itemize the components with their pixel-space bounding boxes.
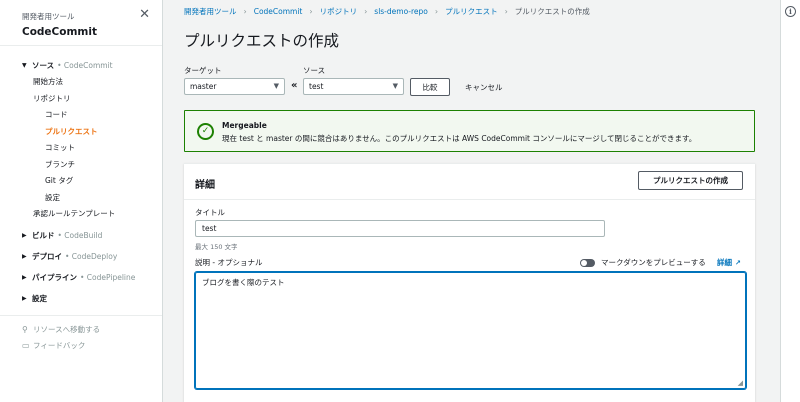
caret-right-icon: ▶ xyxy=(22,231,27,239)
sidebar-divider xyxy=(0,314,162,316)
details-title: 詳細 xyxy=(195,180,215,191)
source-select-value: test xyxy=(309,82,324,91)
sidebar-item-getting-started[interactable]: 開始方法 xyxy=(0,74,162,91)
external-link-icon: ↗ xyxy=(735,258,741,267)
sidebar-group-settings[interactable]: ▶ 設定 xyxy=(0,290,162,307)
swap-icon[interactable]: « xyxy=(291,80,297,91)
feedback-label: フィードバック xyxy=(33,341,86,350)
compare-button[interactable]: 比較 xyxy=(410,78,450,96)
caret-down-icon: ▼ xyxy=(392,82,398,90)
toggle-knob xyxy=(581,259,587,266)
source-label: ソース xyxy=(303,66,326,75)
target-select[interactable]: master ▼ xyxy=(184,78,285,95)
sidebar-item-settings[interactable]: 設定 xyxy=(0,190,162,207)
chevron-right-icon: › xyxy=(243,7,247,16)
page-title: プルリクエストの作成 xyxy=(184,32,340,50)
sidebar-group-service: • CodeCommit xyxy=(57,61,113,70)
description-value: ブログを書く際のテスト xyxy=(202,278,285,287)
help-rail: i xyxy=(780,0,800,402)
sidebar-group-service: • CodePipeline xyxy=(80,272,136,282)
sidebar-group-deploy[interactable]: ▶ デプロイ • CodeDeploy xyxy=(0,248,162,265)
description-textarea[interactable]: ブログを書く際のテスト ◢ xyxy=(195,272,746,389)
title-hint: 最大 150 文字 xyxy=(195,243,238,251)
breadcrumb-pull-requests[interactable]: プルリクエスト xyxy=(445,6,498,17)
feedback-link[interactable]: ▭ フィードバック xyxy=(0,338,162,354)
goto-resource-label: リソースへ移動する xyxy=(33,325,101,334)
sidebar-nav: ▼ ソース • CodeCommit 開始方法 リポジトリ コード プルリクエス… xyxy=(0,46,162,354)
sidebar-item-code[interactable]: コード xyxy=(0,107,162,124)
sidebar-group-service: • CodeBuild xyxy=(57,230,103,240)
sidebar-group-build[interactable]: ▶ ビルド • CodeBuild xyxy=(0,227,162,244)
sidebar-item-commits[interactable]: コミット xyxy=(0,140,162,157)
check-circle-icon: ✓ xyxy=(197,123,214,140)
info-icon[interactable]: i xyxy=(785,6,796,17)
sidebar-item-git-tags[interactable]: Git タグ xyxy=(0,173,162,190)
title-input-value: test xyxy=(202,224,217,233)
title-input[interactable]: test xyxy=(195,220,605,237)
sidebar-group-service: • CodeDeploy xyxy=(65,251,118,261)
sidebar-item-pull-requests[interactable]: プルリクエスト xyxy=(0,124,162,141)
alert-message: 現在 test と master の間に競合はありません。このプルリクエストは … xyxy=(222,134,697,143)
sidebar-group-label: ソース xyxy=(32,61,55,70)
breadcrumb-codecommit[interactable]: CodeCommit xyxy=(254,7,303,16)
feedback-icon: ▭ xyxy=(22,341,30,350)
source-select[interactable]: test ▼ xyxy=(303,78,404,95)
details-link-label: 詳細 xyxy=(717,258,732,267)
chevron-right-icon: › xyxy=(504,7,508,16)
goto-resource-link[interactable]: ⚲ リソースへ移動する xyxy=(0,322,162,338)
sidebar-group-label: ビルド xyxy=(32,230,55,240)
chevron-right-icon: › xyxy=(309,7,313,16)
details-panel: 詳細 プルリクエストの作成 タイトル test 最大 150 文字 説明 - オ… xyxy=(184,163,755,402)
alert-title: Mergeable xyxy=(222,121,267,130)
description-label: 説明 - オプショナル xyxy=(195,258,263,267)
mergeable-alert: ✓ Mergeable 現在 test と master の間に競合はありません… xyxy=(184,110,755,152)
search-icon: ⚲ xyxy=(22,325,28,334)
caret-down-icon: ▼ xyxy=(273,82,279,90)
sidebar-title: CodeCommit xyxy=(22,26,97,38)
markdown-preview-toggle[interactable]: マークダウンをプレビューする xyxy=(580,257,706,268)
caret-right-icon: ▶ xyxy=(22,294,27,302)
sidebar-group-label: 設定 xyxy=(32,293,47,303)
sidebar: 開発者用ツール CodeCommit ✕ ▼ ソース • CodeCommit … xyxy=(0,0,163,402)
sidebar-subtitle: 開発者用ツール xyxy=(22,12,75,21)
sidebar-group-pipeline[interactable]: ▶ パイプライン • CodePipeline xyxy=(0,269,162,286)
title-label: タイトル xyxy=(195,208,225,217)
create-pull-request-button[interactable]: プルリクエストの作成 xyxy=(638,171,743,190)
sidebar-group-label: パイプライン xyxy=(32,272,77,282)
breadcrumb-developer-tools[interactable]: 開発者用ツール xyxy=(184,6,237,17)
breadcrumb-current: プルリクエストの作成 xyxy=(514,7,590,16)
breadcrumb-repo[interactable]: sls-demo-repo xyxy=(374,7,428,16)
sidebar-group-source[interactable]: ▼ ソース • CodeCommit xyxy=(0,57,162,74)
details-panel-header: 詳細 プルリクエストの作成 xyxy=(184,164,755,200)
chevron-right-icon: › xyxy=(364,7,368,16)
caret-right-icon: ▶ xyxy=(22,273,27,281)
resize-handle-icon[interactable]: ◢ xyxy=(738,379,743,387)
main-content: 開発者用ツール › CodeCommit › リポジトリ › sls-demo-… xyxy=(163,0,780,402)
cancel-button[interactable]: キャンセル xyxy=(465,82,503,93)
details-link[interactable]: 詳細 ↗ xyxy=(717,257,741,268)
markdown-preview-label: マークダウンをプレビューする xyxy=(601,258,706,267)
target-select-value: master xyxy=(190,82,217,91)
breadcrumb-repositories[interactable]: リポジトリ xyxy=(320,6,358,17)
close-icon[interactable]: ✕ xyxy=(139,8,150,21)
target-label: ターゲット xyxy=(184,66,222,75)
breadcrumb: 開発者用ツール › CodeCommit › リポジトリ › sls-demo-… xyxy=(184,6,590,17)
toggle-switch[interactable] xyxy=(580,258,595,267)
caret-right-icon: ▶ xyxy=(22,252,27,260)
sidebar-item-repositories[interactable]: リポジトリ xyxy=(0,91,162,108)
sidebar-header: 開発者用ツール CodeCommit ✕ xyxy=(0,0,162,46)
sidebar-item-branches[interactable]: ブランチ xyxy=(0,157,162,174)
sidebar-item-approval-templates[interactable]: 承認ルールテンプレート xyxy=(0,206,162,223)
chevron-right-icon: › xyxy=(434,7,439,16)
sidebar-group-label: デプロイ xyxy=(32,251,62,261)
caret-down-icon: ▼ xyxy=(22,62,27,69)
